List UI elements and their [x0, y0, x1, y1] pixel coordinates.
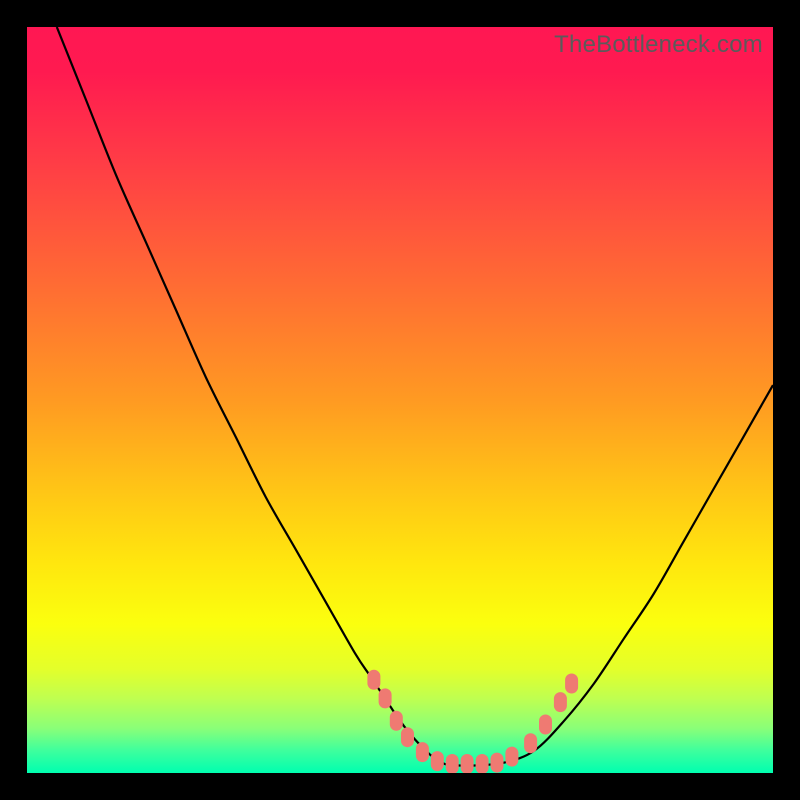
curve-marker: [524, 733, 537, 753]
curve-marker: [401, 727, 414, 747]
curve-marker: [446, 754, 459, 773]
curve-marker: [554, 692, 567, 712]
bottleneck-curve: [57, 27, 773, 766]
curve-marker: [505, 747, 518, 767]
curve-svg: [27, 27, 773, 773]
curve-marker: [367, 670, 380, 690]
curve-marker: [491, 753, 504, 773]
curve-marker: [379, 688, 392, 708]
curve-marker: [431, 751, 444, 771]
plot-area: TheBottleneck.com: [27, 27, 773, 773]
curve-markers: [367, 670, 578, 773]
curve-marker: [416, 742, 429, 762]
curve-marker: [565, 674, 578, 694]
curve-marker: [461, 754, 474, 773]
curve-marker: [390, 711, 403, 731]
chart-frame: TheBottleneck.com: [0, 0, 800, 800]
curve-marker: [476, 754, 489, 773]
curve-marker: [539, 715, 552, 735]
